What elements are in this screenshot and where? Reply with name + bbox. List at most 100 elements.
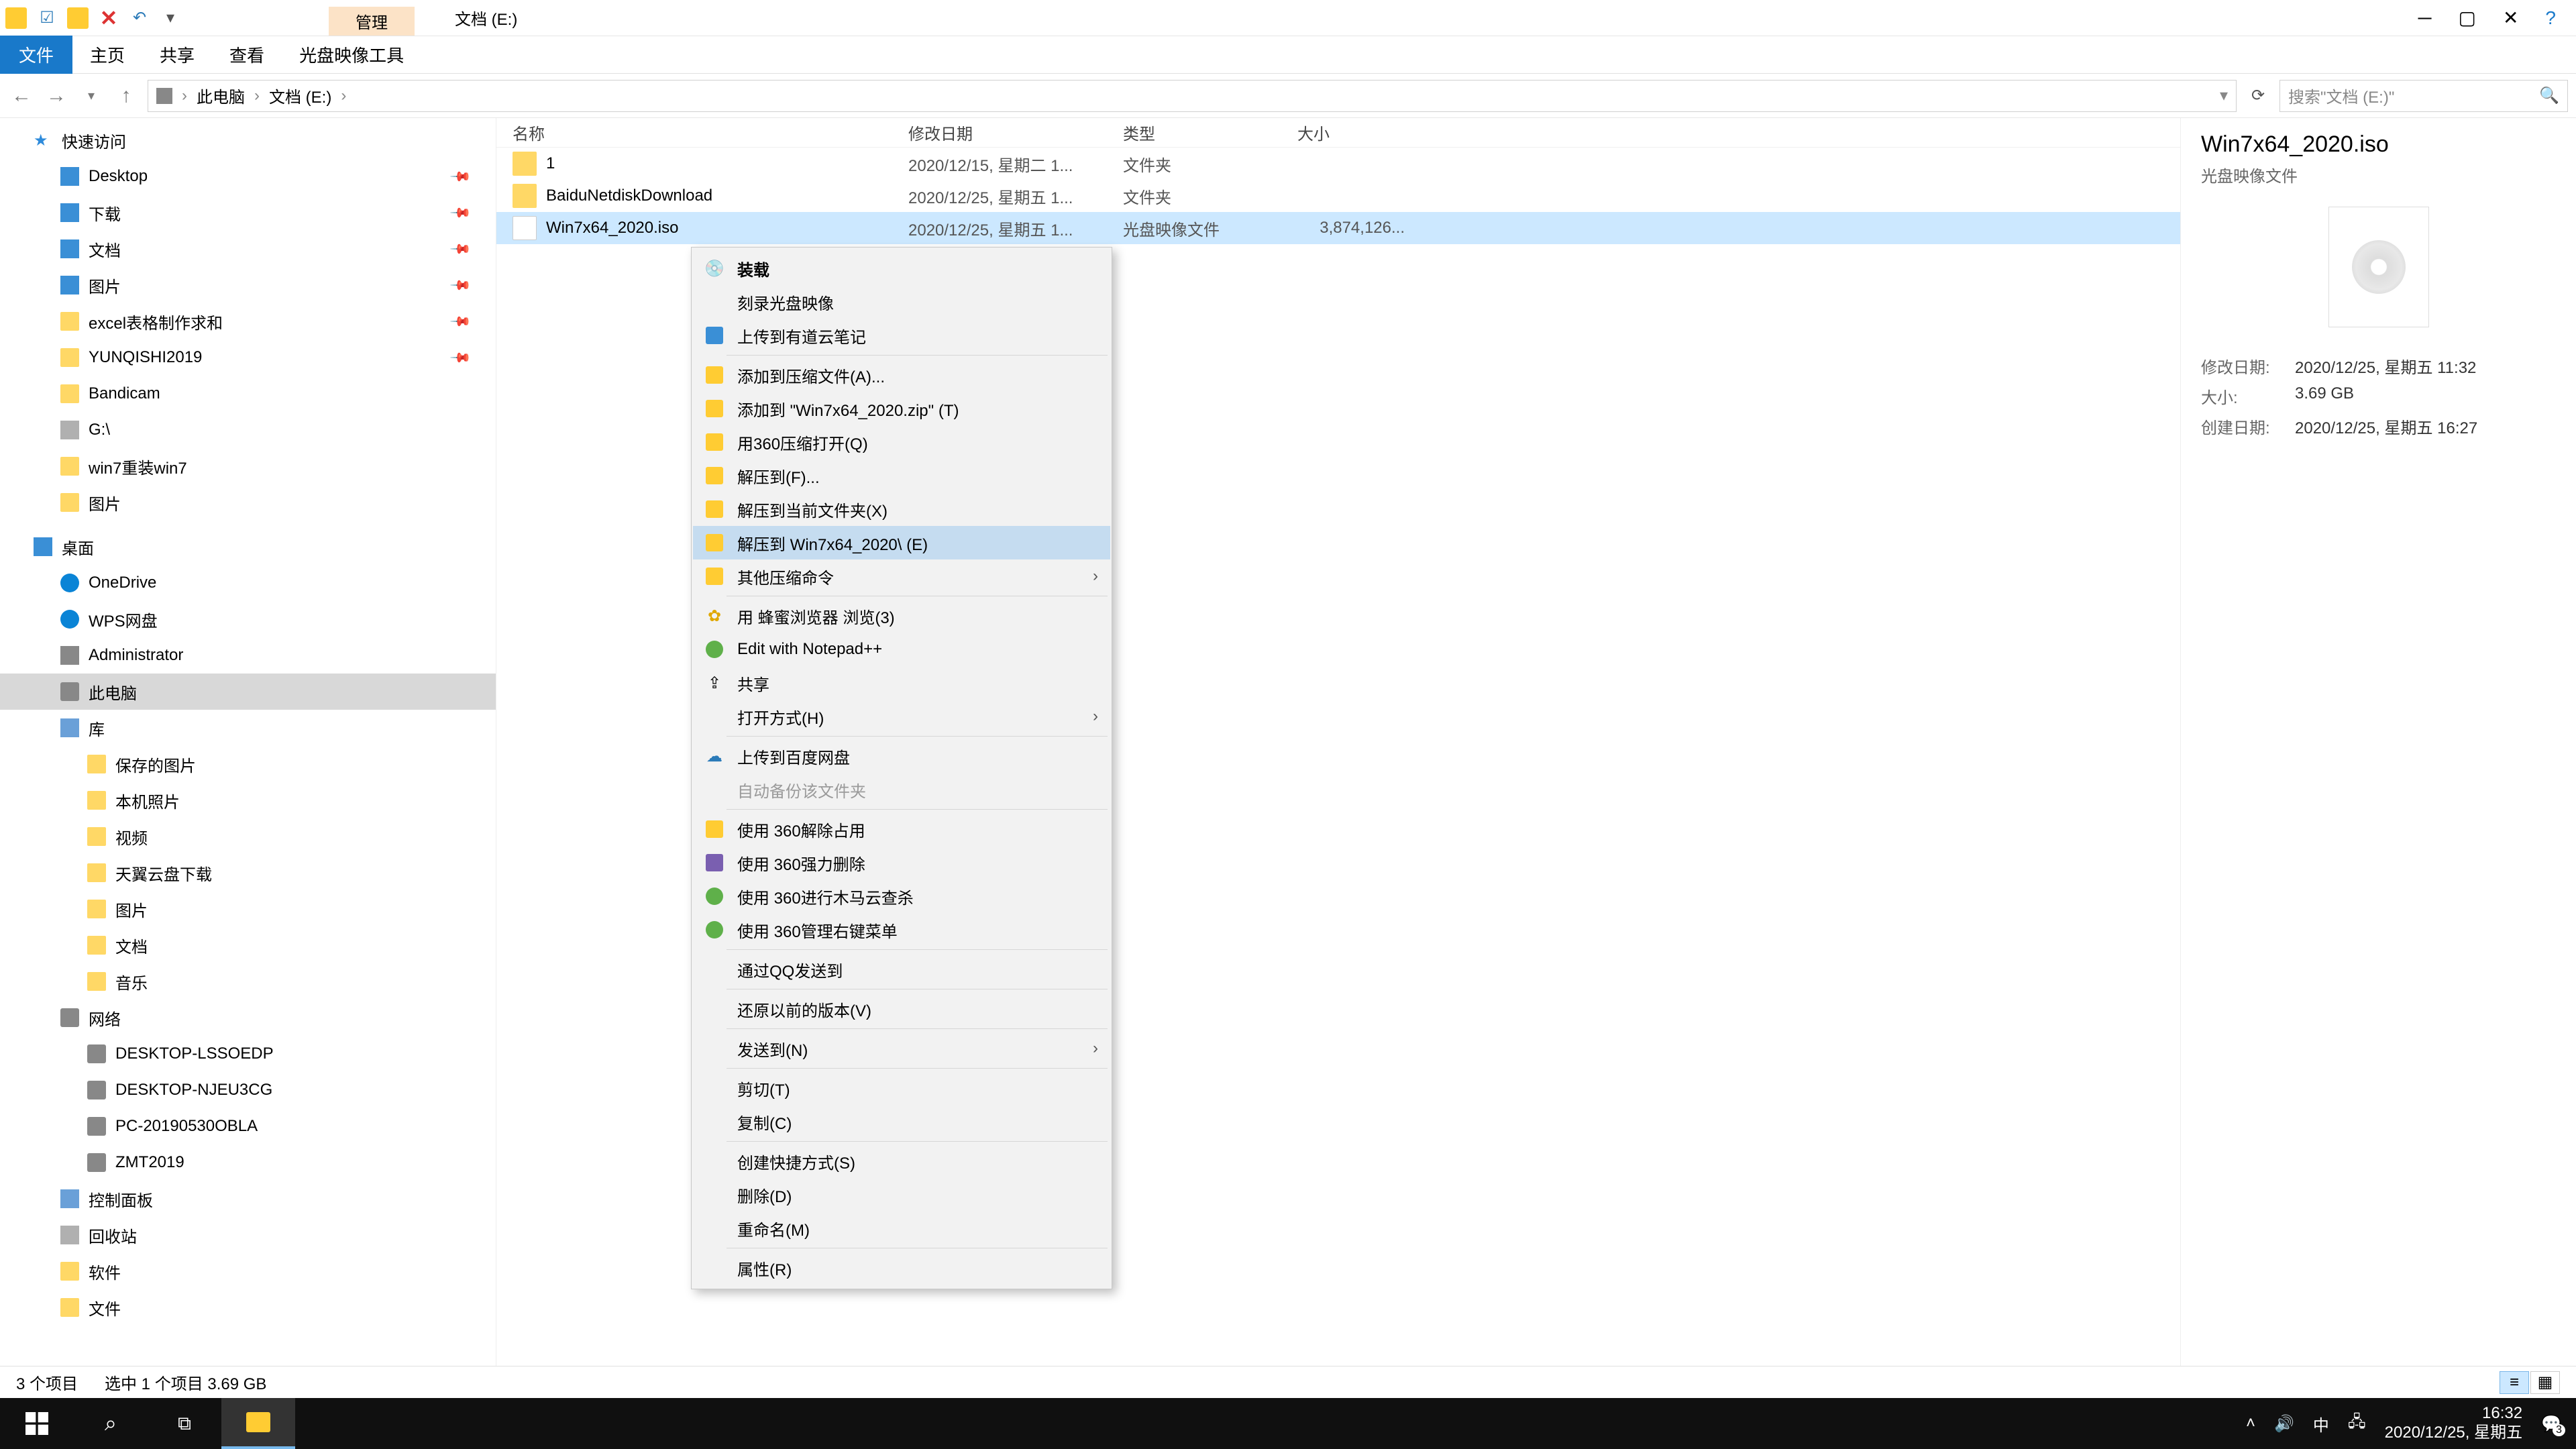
- tree-item[interactable]: 图片: [0, 891, 496, 927]
- tree-item[interactable]: DESKTOP-LSSOEDP: [0, 1036, 496, 1072]
- col-name[interactable]: 名称: [513, 121, 908, 144]
- breadcrumb-segment[interactable]: 文档 (E:): [269, 84, 331, 107]
- tree-this-pc[interactable]: 此电脑: [0, 674, 496, 710]
- ctx-share[interactable]: ⇪共享: [693, 666, 1110, 700]
- tree-item[interactable]: Desktop📌: [0, 158, 496, 195]
- ribbon-tab-home[interactable]: 主页: [72, 36, 142, 74]
- address-breadcrumb[interactable]: › 此电脑 › 文档 (E:) › ▾: [148, 80, 2237, 112]
- tree-item[interactable]: 图片: [0, 484, 496, 521]
- taskbar[interactable]: ⌕ ⧉ ˄ 🔊 中 🖧 16:32 2020/12/25, 星期五 💬3: [0, 1398, 2576, 1449]
- ctx-qq-send[interactable]: 通过QQ发送到: [693, 953, 1110, 986]
- nav-forward-button[interactable]: →: [43, 85, 70, 107]
- start-button[interactable]: [0, 1398, 74, 1449]
- ctx-restore-versions[interactable]: 还原以前的版本(V): [693, 992, 1110, 1026]
- ribbon-tab-share[interactable]: 共享: [142, 36, 212, 74]
- action-center-icon[interactable]: 💬3: [2541, 1414, 2561, 1434]
- view-details-button[interactable]: ≡: [2500, 1371, 2529, 1394]
- ctx-360-force-delete[interactable]: 使用 360强力删除: [693, 846, 1110, 879]
- explorer-taskbar-button[interactable]: [221, 1398, 295, 1449]
- ctx-youdao[interactable]: 上传到有道云笔记: [693, 319, 1110, 352]
- ime-indicator[interactable]: 中: [2313, 1412, 2329, 1436]
- network-icon[interactable]: 🖧: [2348, 1410, 2366, 1438]
- tree-item[interactable]: 天翼云盘下载: [0, 855, 496, 891]
- ctx-cut[interactable]: 剪切(T): [693, 1071, 1110, 1105]
- refresh-button[interactable]: ⟳: [2245, 86, 2271, 105]
- ctx-burn[interactable]: 刻录光盘映像: [693, 285, 1110, 319]
- ctx-delete[interactable]: 删除(D): [693, 1178, 1110, 1212]
- ribbon-tab-view[interactable]: 查看: [212, 36, 282, 74]
- ctx-rename[interactable]: 重命名(M): [693, 1212, 1110, 1245]
- ctx-baidu-upload[interactable]: ☁上传到百度网盘: [693, 739, 1110, 773]
- ctx-extract-here[interactable]: 解压到当前文件夹(X): [693, 492, 1110, 526]
- tree-item[interactable]: G:\: [0, 412, 496, 448]
- tree-network[interactable]: 网络: [0, 1000, 496, 1036]
- tree-item[interactable]: PC-20190530OBLA: [0, 1108, 496, 1144]
- tree-item[interactable]: Bandicam: [0, 376, 496, 412]
- ctx-copy[interactable]: 复制(C): [693, 1105, 1110, 1138]
- ctx-properties[interactable]: 属性(R): [693, 1251, 1110, 1285]
- maximize-button[interactable]: ▢: [2458, 7, 2475, 29]
- help-icon[interactable]: ?: [2545, 7, 2556, 29]
- tree-item[interactable]: Administrator: [0, 637, 496, 674]
- column-headers[interactable]: 名称 修改日期 类型 大小: [496, 118, 2180, 148]
- ctx-360-manage-menu[interactable]: 使用 360管理右键菜单: [693, 913, 1110, 947]
- clock[interactable]: 16:32 2020/12/25, 星期五: [2385, 1404, 2522, 1443]
- tree-item[interactable]: 图片📌: [0, 267, 496, 303]
- tree-desktop[interactable]: 桌面: [0, 529, 496, 565]
- col-size[interactable]: 大小: [1297, 121, 1432, 144]
- tree-item[interactable]: 音乐: [0, 963, 496, 1000]
- tree-item[interactable]: OneDrive: [0, 565, 496, 601]
- ctx-mount[interactable]: 💿装载: [693, 252, 1110, 285]
- ctx-other-archive[interactable]: 其他压缩命令›: [693, 559, 1110, 593]
- contextual-tab-manage[interactable]: 管理: [329, 7, 415, 36]
- ctx-extract-to[interactable]: 解压到(F)...: [693, 459, 1110, 492]
- tree-item[interactable]: 视频: [0, 818, 496, 855]
- tree-item[interactable]: excel表格制作求和📌: [0, 303, 496, 339]
- file-row[interactable]: 12020/12/15, 星期二 1...文件夹: [496, 148, 2180, 180]
- tree-recycle-bin[interactable]: 回收站: [0, 1217, 496, 1253]
- chevron-right-icon[interactable]: ›: [250, 87, 264, 105]
- tree-item[interactable]: 保存的图片: [0, 746, 496, 782]
- ctx-honey-browser[interactable]: ✿用 蜂蜜浏览器 浏览(3): [693, 599, 1110, 633]
- search-button[interactable]: ⌕: [74, 1398, 148, 1449]
- task-view-button[interactable]: ⧉: [148, 1398, 221, 1449]
- tree-item[interactable]: YUNQISHI2019📌: [0, 339, 496, 376]
- context-menu[interactable]: 💿装载 刻录光盘映像 上传到有道云笔记 添加到压缩文件(A)... 添加到 "W…: [691, 247, 1112, 1289]
- nav-back-button[interactable]: ←: [8, 85, 35, 107]
- tree-item[interactable]: 软件: [0, 1253, 496, 1289]
- tree-quick-access[interactable]: ★快速访问: [0, 122, 496, 158]
- nav-tree[interactable]: ★快速访问 Desktop📌 下载📌 文档📌 图片📌 excel表格制作求和📌 …: [0, 118, 496, 1366]
- chevron-right-icon[interactable]: ›: [178, 87, 191, 105]
- qat-undo-icon[interactable]: ↶: [129, 7, 150, 29]
- tree-item[interactable]: win7重装win7: [0, 448, 496, 484]
- ctx-add-archive[interactable]: 添加到压缩文件(A)...: [693, 358, 1110, 392]
- breadcrumb-segment[interactable]: 此电脑: [197, 84, 245, 107]
- qat-properties-icon[interactable]: ☑: [36, 7, 58, 29]
- nav-up-button[interactable]: ↑: [113, 85, 140, 107]
- volume-icon[interactable]: 🔊: [2274, 1414, 2294, 1434]
- tree-libraries[interactable]: 库: [0, 710, 496, 746]
- ctx-open-with[interactable]: 打开方式(H)›: [693, 700, 1110, 733]
- col-type[interactable]: 类型: [1123, 121, 1297, 144]
- close-button[interactable]: ✕: [2503, 7, 2518, 29]
- chevron-right-icon[interactable]: ›: [337, 87, 350, 105]
- search-box[interactable]: 搜索"文档 (E:)" 🔍: [2279, 80, 2568, 112]
- ctx-360-open[interactable]: 用360压缩打开(Q): [693, 425, 1110, 459]
- qat-dropdown-icon[interactable]: ▾: [160, 7, 181, 29]
- ctx-notepadpp[interactable]: Edit with Notepad++: [693, 633, 1110, 666]
- qat-new-folder-icon[interactable]: [67, 7, 89, 29]
- tree-item[interactable]: ZMT2019: [0, 1144, 496, 1181]
- address-dropdown-icon[interactable]: ▾: [2220, 86, 2228, 105]
- ribbon-file-tab[interactable]: 文件: [0, 36, 72, 74]
- tree-item[interactable]: 下载📌: [0, 195, 496, 231]
- tree-item[interactable]: 文件: [0, 1289, 496, 1326]
- system-tray[interactable]: ˄ 🔊 中 🖧 16:32 2020/12/25, 星期五 💬3: [2246, 1404, 2576, 1443]
- ctx-360-virus-scan[interactable]: 使用 360进行木马云查杀: [693, 879, 1110, 913]
- tree-item[interactable]: WPS网盘: [0, 601, 496, 637]
- ribbon-tab-disc-tools[interactable]: 光盘映像工具: [282, 36, 421, 74]
- tree-item[interactable]: DESKTOP-NJEU3CG: [0, 1072, 496, 1108]
- ctx-add-zip[interactable]: 添加到 "Win7x64_2020.zip" (T): [693, 392, 1110, 425]
- ctx-extract-named[interactable]: 解压到 Win7x64_2020\ (E): [693, 526, 1110, 559]
- file-row-selected[interactable]: Win7x64_2020.iso2020/12/25, 星期五 1...光盘映像…: [496, 212, 2180, 244]
- tree-control-panel[interactable]: 控制面板: [0, 1181, 496, 1217]
